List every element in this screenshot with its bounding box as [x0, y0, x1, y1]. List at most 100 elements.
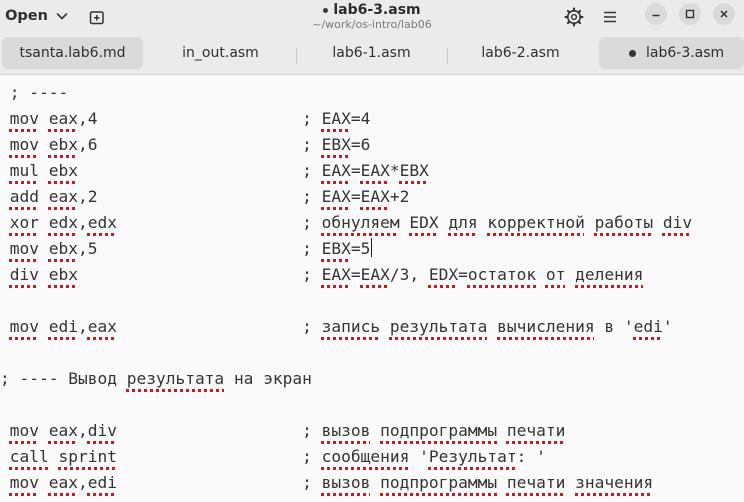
- spellcheck-word: mov: [9, 135, 39, 154]
- spellcheck-word: от: [545, 265, 566, 284]
- spellcheck-word: результата: [126, 369, 225, 388]
- text-editor[interactable]: ; ---- mov eax,4 ; EAX=4 mov ebx,6 ; EBX…: [0, 75, 744, 502]
- code-line: mul ebx ; EAX=EAX*EBX: [0, 158, 429, 184]
- spellcheck-word: EDX: [428, 265, 459, 284]
- spellcheck-word: деления: [575, 265, 644, 284]
- code-text: mov ebx,6: [9, 135, 98, 154]
- code-text: mov eax,edi: [9, 473, 117, 492]
- spellcheck-word: div: [87, 421, 117, 440]
- tab-lab6-3-asm[interactable]: lab6-3.asm: [599, 37, 744, 69]
- open-button[interactable]: Open: [4, 2, 70, 30]
- code-line: mov edi,eax ; запись результата вычислен…: [0, 314, 673, 340]
- spellcheck-word: EAX: [360, 187, 390, 206]
- code-text: mul ebx: [0, 161, 78, 180]
- close-icon: [720, 10, 728, 18]
- unsaved-dot-icon: [323, 7, 329, 13]
- code-line: call sprint ; сообщения 'Результат: ': [0, 444, 546, 470]
- spellcheck-word: ebx: [48, 265, 78, 284]
- code-text: mov eax,4: [9, 109, 98, 128]
- spellcheck-word: add: [9, 187, 39, 206]
- minimize-button[interactable]: [645, 3, 667, 25]
- tab-label: lab6-1.asm: [332, 45, 411, 61]
- tab-lab6-2-asm[interactable]: lab6-2.asm: [448, 37, 593, 69]
- spellcheck-word: EAX: [321, 161, 351, 180]
- spellcheck-word: значения: [575, 473, 654, 492]
- maximize-icon: [685, 9, 695, 19]
- gear-icon: [564, 7, 584, 27]
- spellcheck-word: EAX: [360, 265, 390, 284]
- header-bar: Open lab6-3.asm ~/work/os-intro/lab06: [0, 0, 744, 34]
- spellcheck-word: печати: [506, 421, 566, 440]
- unsaved-dot-icon: [629, 49, 636, 57]
- code-line: mov ebx,6 ; EBX=6: [0, 132, 371, 158]
- code-text: mov eax,div: [9, 421, 117, 440]
- tab-label: tsanta.lab6.md: [19, 45, 126, 61]
- code-line: add eax,2 ; EAX=EAX+2: [0, 184, 410, 210]
- code-comment: EAX=EAX*EBX: [321, 161, 429, 180]
- spellcheck-word: EDX: [409, 213, 439, 232]
- tab-separator: [296, 48, 297, 64]
- spellcheck-word: edx: [87, 213, 117, 232]
- code-line: div ebx ; EAX=EAX/3, EDX=остаток от деле…: [0, 262, 644, 288]
- spellcheck-word: xor: [9, 213, 39, 232]
- spellcheck-word: вызов: [321, 473, 371, 492]
- main-menu-button[interactable]: [597, 4, 623, 30]
- chevron-down-icon: [56, 13, 68, 20]
- spellcheck-word: результата: [389, 317, 488, 336]
- minimize-icon: [652, 14, 660, 17]
- new-document-icon: [89, 11, 104, 25]
- code-text: mov ebx,5: [9, 239, 98, 258]
- spellcheck-word: eax: [48, 473, 78, 492]
- spellcheck-word: ebx: [48, 239, 78, 258]
- code-comment: сообщения 'Результат: ': [321, 447, 546, 466]
- tab-label: in_out.asm: [182, 45, 259, 61]
- spellcheck-word: call: [9, 447, 49, 466]
- code-line: ; ----: [0, 80, 78, 106]
- code-comment: обнуляем EDX для корректной работы div: [322, 213, 692, 232]
- tab-lab6-1-asm[interactable]: lab6-1.asm: [299, 37, 444, 69]
- spellcheck-word: div: [9, 265, 39, 284]
- spellcheck-word: вызов: [321, 421, 371, 440]
- code-line: mov eax,div ; вызов подпрограммы печати: [0, 418, 566, 444]
- spellcheck-word: для: [448, 213, 478, 232]
- spellcheck-word: div: [662, 213, 693, 232]
- spellcheck-word: edi: [633, 317, 663, 336]
- spellcheck-word: Результат: [428, 447, 517, 466]
- spellcheck-word: ebx: [48, 135, 78, 154]
- code-text: mov edi,eax: [9, 317, 117, 336]
- spellcheck-word: sprint: [58, 447, 117, 466]
- code-comment: вызов подпрограммы печати: [322, 421, 566, 440]
- spellcheck-word: подпрограммы: [380, 421, 498, 440]
- spellcheck-word: edi: [87, 473, 117, 492]
- settings-button[interactable]: [561, 4, 587, 30]
- code-text: ; ---- Вывод результата на экран: [0, 369, 312, 388]
- spellcheck-word: подпрограммы: [380, 473, 498, 492]
- spellcheck-word: EBX: [321, 239, 351, 258]
- spellcheck-word: остаток: [467, 265, 537, 284]
- code-comment: EBX=5: [321, 239, 371, 258]
- maximize-button[interactable]: [679, 3, 701, 25]
- spellcheck-word: edx: [48, 213, 78, 232]
- close-button[interactable]: [713, 3, 735, 25]
- spellcheck-word: обнуляем: [321, 213, 400, 232]
- spellcheck-word: eax: [87, 317, 117, 336]
- new-tab-button[interactable]: [84, 4, 110, 30]
- spellcheck-word: mul: [9, 161, 39, 180]
- spellcheck-word: ebx: [48, 161, 78, 180]
- spellcheck-word: mov: [9, 109, 39, 128]
- window-title: lab6-3.asm: [333, 2, 421, 18]
- spellcheck-word: вычисления: [497, 317, 595, 336]
- spellcheck-word: EBX: [321, 135, 351, 154]
- tab-bar: tsanta.lab6.md in_out.asm lab6-1.asm lab…: [0, 34, 744, 75]
- code-comment: EAX=EAX/3, EDX=остаток от деления: [321, 265, 644, 284]
- tab-in-out-asm[interactable]: in_out.asm: [148, 37, 293, 69]
- spellcheck-word: mov: [9, 473, 39, 492]
- spellcheck-word: запись: [321, 317, 381, 336]
- code-text: call sprint: [0, 447, 117, 466]
- text-cursor: [371, 238, 373, 257]
- code-line: mov eax,edi ; вызов подпрограммы печати …: [0, 470, 653, 496]
- spellcheck-word: EAX: [321, 187, 351, 206]
- tab-tsanta-lab6-md[interactable]: tsanta.lab6.md: [2, 37, 143, 69]
- spellcheck-word: eax: [48, 109, 78, 128]
- spellcheck-word: mov: [9, 317, 39, 336]
